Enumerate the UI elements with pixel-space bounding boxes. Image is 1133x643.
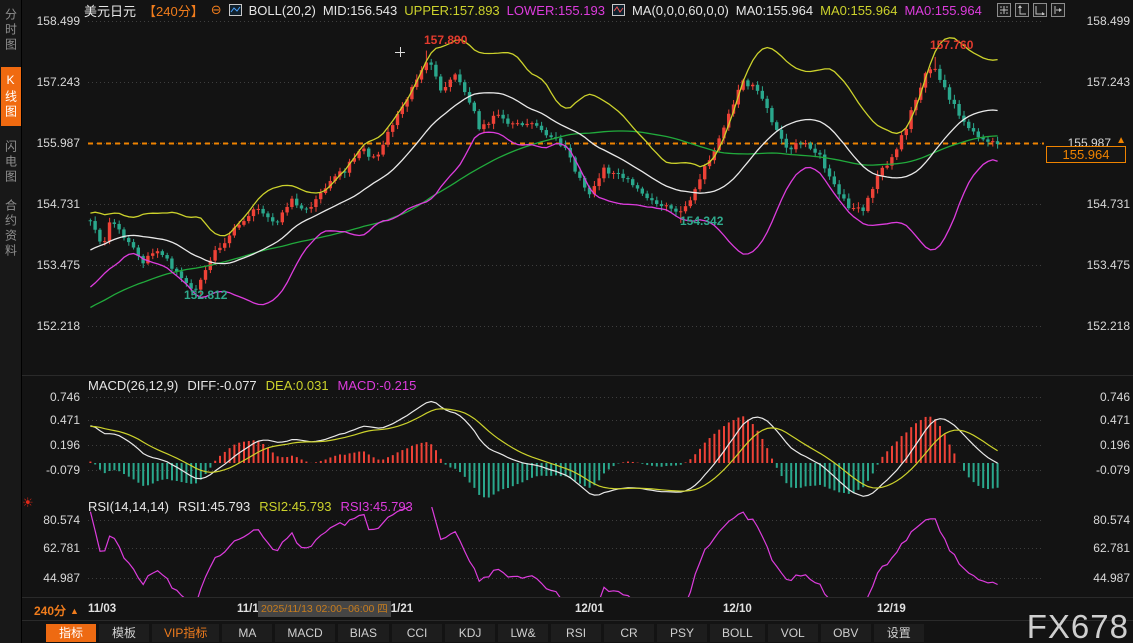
price-annotation: 154.342 xyxy=(680,214,723,228)
boll-mid: MID:156.543 xyxy=(323,3,397,18)
toolbar-item-indicator[interactable]: 指标 xyxy=(46,624,96,642)
rsi-header: RSI(14,14,14) RSI1:45.793 RSI2:45.793 RS… xyxy=(88,499,413,514)
boll-label: BOLL(20,2) xyxy=(249,3,316,18)
axis-label: 0.471 xyxy=(1100,413,1130,427)
axis-label: 152.218 xyxy=(28,319,80,333)
axis-label: 153.475 xyxy=(1087,258,1130,272)
current-price-box: 155.964 xyxy=(1046,146,1126,163)
axis-label: 152.218 xyxy=(1087,319,1130,333)
macd-name: MACD(26,12,9) xyxy=(88,378,178,393)
boll-upper: UPPER:157.893 xyxy=(404,3,499,18)
toolbar-item-vip-indicator[interactable]: VIP指标 xyxy=(152,624,219,642)
chart-window: 分时图 K线图闪电图合约资料 美元日元 【240分】 ⊖ BOLL(20,2) M… xyxy=(0,0,1133,643)
axis-label: 0.471 xyxy=(28,413,80,427)
top-indicator-bar: 美元日元 【240分】 ⊖ BOLL(20,2) MID:156.543 UPP… xyxy=(84,2,982,18)
symbol-title: 美元日元 xyxy=(84,1,136,20)
time-label: 12/10 xyxy=(723,603,752,615)
axis-label: 0.746 xyxy=(28,390,80,404)
sidebar: 分时图 K线图闪电图合约资料 xyxy=(0,0,22,643)
axis-label: 44.987 xyxy=(28,571,80,585)
time-label: 12/01 xyxy=(575,603,604,615)
sidebar-tab-contract-info[interactable]: 合约资料 xyxy=(1,199,21,259)
axis-label: 155.987 xyxy=(28,136,80,150)
axis-label: 154.731 xyxy=(28,197,80,211)
y-axis-scale-icon[interactable] xyxy=(1015,3,1029,17)
price-up-arrow-icon: ▲ xyxy=(1116,135,1126,146)
crosshair-tool-icon[interactable] xyxy=(997,3,1011,17)
toolbar-item-rsi[interactable]: RSI xyxy=(551,624,601,642)
period-text: 240分 xyxy=(34,602,66,619)
toolbar-item-ma[interactable]: MA xyxy=(222,624,272,642)
price-annotation: 152.812 xyxy=(184,288,227,302)
sidebar-tab-flash-chart[interactable]: 闪电图 xyxy=(1,140,21,185)
boll-mini-chart-icon xyxy=(229,4,242,16)
sidebar-tab-time-chart[interactable]: 分时图 xyxy=(1,8,21,53)
axis-label: 157.243 xyxy=(28,75,80,89)
ma-mini-chart-icon xyxy=(612,4,625,16)
axis-label: 158.499 xyxy=(1087,14,1130,28)
sidebar-tab-kline-chart[interactable]: K线图 xyxy=(1,67,21,126)
boll-lower: LOWER:155.193 xyxy=(507,3,605,18)
axis-label: 153.475 xyxy=(28,258,80,272)
period-badge[interactable]: 【240分】 xyxy=(143,1,204,20)
axis-label: 158.499 xyxy=(28,14,80,28)
toolbar-item-boll[interactable]: BOLL xyxy=(710,624,765,642)
price-annotation: 157.760 xyxy=(930,38,973,52)
price-annotation: 157.890 xyxy=(424,33,467,47)
rsi1-value: RSI1:45.793 xyxy=(178,499,250,514)
axis-label: 44.987 xyxy=(1093,571,1130,585)
chart-tool-buttons xyxy=(997,3,1065,17)
time-label: 12/19 xyxy=(877,603,906,615)
axis-label: 0.196 xyxy=(28,438,80,452)
axis-label: 157.243 xyxy=(1087,75,1130,89)
ma0-yellow: MA0:155.964 xyxy=(820,3,897,18)
axis-label: 80.574 xyxy=(1093,513,1130,527)
toolbar-item-bias[interactable]: BIAS xyxy=(338,624,389,642)
toolbar-item-vol[interactable]: VOL xyxy=(768,624,818,642)
indicator-settings-icon[interactable]: ☀ xyxy=(22,495,34,511)
watermark: FX678 xyxy=(1027,611,1129,643)
ma0-magenta: MA0:155.964 xyxy=(904,3,981,18)
period-up-icon: ▲ xyxy=(70,606,79,616)
macd-diff: DIFF:-0.077 xyxy=(187,378,256,393)
axis-label: -0.079 xyxy=(28,463,80,477)
toolbar-item-obv[interactable]: OBV xyxy=(821,624,871,642)
axis-label: 62.781 xyxy=(28,541,80,555)
indicator-toolbar: 指标模板VIP指标MAMACDBIASCCIKDJLW&RSICRPSYBOLL… xyxy=(46,622,1133,643)
toolbar-item-template[interactable]: 模板 xyxy=(99,624,149,642)
axis-label: 0.196 xyxy=(1100,438,1130,452)
rsi3-value: RSI3:45.793 xyxy=(341,499,413,514)
axis-label: 80.574 xyxy=(28,513,80,527)
macd-header: MACD(26,12,9) DIFF:-0.077 DEA:0.031 MACD… xyxy=(88,378,416,393)
axis-label: 154.731 xyxy=(1087,197,1130,211)
ma0-white: MA0:155.964 xyxy=(736,3,813,18)
axis-label: 0.746 xyxy=(1100,390,1130,404)
macd-value: MACD:-0.215 xyxy=(338,378,417,393)
axis-label: 62.781 xyxy=(1093,541,1130,555)
toolbar-item-lwr[interactable]: LW& xyxy=(498,624,548,642)
chart-canvas[interactable] xyxy=(0,0,1133,643)
macd-dea: DEA:0.031 xyxy=(266,378,329,393)
toolbar-item-settings[interactable]: 设置 xyxy=(874,624,924,642)
period-selector[interactable]: 240分 ▲ xyxy=(34,602,79,619)
axis-label: -0.079 xyxy=(1096,463,1130,477)
toolbar-item-psy[interactable]: PSY xyxy=(657,624,707,642)
toolbar-item-kdj[interactable]: KDJ xyxy=(445,624,495,642)
rsi-name: RSI(14,14,14) xyxy=(88,499,169,514)
rsi2-value: RSI2:45.793 xyxy=(259,499,331,514)
time-label: 11/03 xyxy=(88,603,116,615)
time-tooltip: 2025/11/13 02:00~06:00 四 xyxy=(258,601,391,617)
collapse-icon[interactable]: ⊖ xyxy=(211,2,222,18)
x-axis-scale-icon[interactable] xyxy=(1033,3,1047,17)
toolbar-item-cr[interactable]: CR xyxy=(604,624,654,642)
ma-label: MA(0,0,0,60,0,0) xyxy=(632,3,729,18)
shift-right-icon[interactable] xyxy=(1051,3,1065,17)
toolbar-item-cci[interactable]: CCI xyxy=(392,624,442,642)
toolbar-item-macd[interactable]: MACD xyxy=(275,624,334,642)
